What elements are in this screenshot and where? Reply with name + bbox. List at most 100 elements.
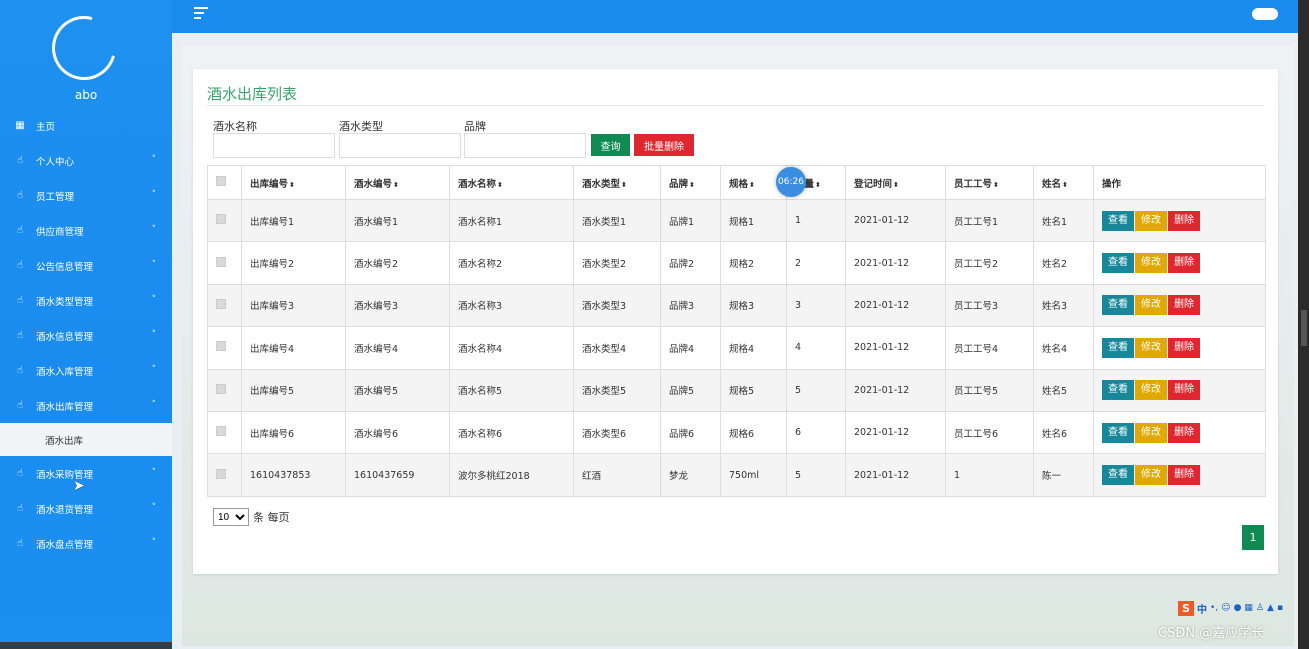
- view-button[interactable]: 查看: [1102, 253, 1134, 274]
- column-header[interactable]: 登记时间⬍: [845, 165, 946, 200]
- sidebar-item-1[interactable]: ☝ 个人中心 ˅: [0, 143, 172, 178]
- sort-icon[interactable]: ⬍: [815, 181, 821, 189]
- edit-button[interactable]: 修改: [1135, 295, 1167, 316]
- ime-lang-toggle[interactable]: 中: [1197, 601, 1207, 616]
- column-header-label: 酒水编号: [354, 178, 393, 190]
- row-checkbox[interactable]: [216, 256, 226, 267]
- column-header[interactable]: 品牌⬍: [660, 165, 721, 200]
- row-checkbox[interactable]: [216, 426, 226, 437]
- row-checkbox[interactable]: [216, 298, 226, 309]
- delete-button[interactable]: 删除: [1168, 295, 1200, 316]
- table-cell: 规格4: [720, 326, 787, 370]
- column-header[interactable]: 员工工号⬍: [945, 165, 1034, 200]
- sidebar-item-8[interactable]: ☝ 酒水出库管理 ˄: [0, 388, 172, 423]
- table-cell: 2: [786, 241, 846, 285]
- edit-button[interactable]: 修改: [1135, 465, 1167, 486]
- delete-button[interactable]: 删除: [1168, 380, 1200, 401]
- keyboard-icon[interactable]: ▦: [1244, 603, 1253, 613]
- sort-icon[interactable]: ⬍: [393, 181, 399, 189]
- delete-button[interactable]: 删除: [1168, 337, 1200, 358]
- top-bar: [172, 0, 1298, 33]
- filter-brand-input[interactable]: [464, 133, 586, 158]
- table-cell: 2021-01-12: [845, 283, 946, 328]
- row-select-cell: [207, 198, 242, 243]
- user-icon[interactable]: ♙: [1256, 603, 1264, 613]
- sort-icon[interactable]: ⬍: [289, 181, 295, 189]
- table-row: 出库编号5 酒水编号5 酒水名称5 酒水类型5 品牌5 规格5 5 2021-01-12 员工工…: [207, 368, 1266, 412]
- search-button[interactable]: 查询: [591, 134, 630, 156]
- column-header[interactable]: 出库编号⬍: [241, 165, 346, 200]
- sort-icon[interactable]: ⬍: [1062, 181, 1068, 189]
- table-cell: 酒水类型5: [573, 368, 661, 412]
- column-header[interactable]: 姓名⬍: [1033, 165, 1094, 200]
- filter-name-input[interactable]: [213, 133, 335, 158]
- sidebar-item-after-1[interactable]: ☝ 酒水退货管理 ˅: [0, 491, 172, 526]
- skin-icon[interactable]: ▲: [1267, 603, 1274, 613]
- sidebar-subitem-active[interactable]: 酒水出库: [0, 423, 172, 456]
- edit-button[interactable]: 修改: [1135, 253, 1167, 274]
- table-cell: 规格1: [720, 198, 787, 243]
- sidebar-item-3[interactable]: ☝ 供应商管理 ˅: [0, 213, 172, 248]
- hand-icon: ☝: [16, 294, 24, 306]
- microphone-icon[interactable]: ●: [1234, 603, 1242, 613]
- view-button[interactable]: 查看: [1102, 380, 1134, 401]
- chevron-down-icon: ˅: [151, 155, 157, 165]
- select-all-checkbox[interactable]: [216, 176, 226, 186]
- sidebar-item-after-2[interactable]: ☝ 酒水盘点管理 ˅: [0, 526, 172, 561]
- view-button[interactable]: 查看: [1102, 337, 1134, 358]
- chevron-down-icon: ˅: [151, 503, 157, 513]
- punctuation-icon[interactable]: •,: [1210, 603, 1218, 613]
- emoji-icon[interactable]: ☺: [1221, 603, 1230, 613]
- edit-button[interactable]: 修改: [1135, 210, 1167, 231]
- view-button[interactable]: 查看: [1102, 210, 1134, 231]
- sidebar-item-4[interactable]: ☝ 公告信息管理 ˅: [0, 248, 172, 283]
- page-number-button[interactable]: 1: [1242, 525, 1264, 550]
- sort-icon[interactable]: ⬍: [993, 181, 999, 189]
- chevron-up-icon: ˄: [151, 400, 157, 410]
- edit-button[interactable]: 修改: [1135, 337, 1167, 358]
- sort-icon[interactable]: ⬍: [621, 181, 627, 189]
- sort-icon[interactable]: ⬍: [749, 181, 755, 189]
- view-button[interactable]: 查看: [1102, 422, 1134, 443]
- table-cell: 酒水类型3: [573, 283, 661, 328]
- delete-button[interactable]: 删除: [1168, 465, 1200, 486]
- scrollbar-thumb[interactable]: [1301, 310, 1307, 346]
- sidebar-item-2[interactable]: ☝ 员工管理 ˅: [0, 178, 172, 213]
- filter-type-input[interactable]: [339, 133, 461, 158]
- delete-button[interactable]: 删除: [1168, 253, 1200, 274]
- sort-icon[interactable]: ⬍: [893, 181, 899, 189]
- ime-logo-icon[interactable]: S: [1178, 600, 1194, 616]
- sidebar-item-5[interactable]: ☝ 酒水类型管理 ˅: [0, 283, 172, 318]
- sidebar-menu: ▦ 主页 ☝ 个人中心 ˅ ☝ 员工管理 ˅ ☝ 供应商管理 ˅ ☝ 公告信息管理 ˅ ☝ 酒水类型管理 ˅ ☝ 酒…: [0, 108, 172, 561]
- row-checkbox[interactable]: [216, 214, 226, 225]
- menu-toggle-icon[interactable]: [194, 7, 208, 22]
- page-size-select[interactable]: 10: [213, 508, 249, 526]
- scrollbar[interactable]: [1298, 0, 1309, 649]
- avatar[interactable]: [1252, 8, 1278, 20]
- sort-icon[interactable]: ⬍: [689, 181, 695, 189]
- delete-button[interactable]: 删除: [1168, 210, 1200, 231]
- table-cell: 员工工号3: [945, 283, 1034, 328]
- row-checkbox[interactable]: [216, 383, 226, 394]
- edit-button[interactable]: 修改: [1135, 380, 1167, 401]
- table-row: 出库编号6 酒水编号6 酒水名称6 酒水类型6 品牌6 规格6 6 2021-01-12 员工工…: [207, 410, 1266, 455]
- grid-icon[interactable]: ▪: [1277, 603, 1283, 613]
- table-cell: 姓名1: [1033, 198, 1094, 243]
- row-checkbox[interactable]: [216, 468, 226, 479]
- view-button[interactable]: 查看: [1102, 295, 1134, 316]
- column-header[interactable]: 酒水名称⬍: [449, 165, 574, 200]
- delete-button[interactable]: 删除: [1168, 422, 1200, 443]
- batch-delete-button[interactable]: 批量删除: [634, 134, 694, 156]
- sidebar-item-after-0[interactable]: ☝ 酒水采购管理 ˅: [0, 456, 172, 491]
- edit-button[interactable]: 修改: [1135, 422, 1167, 443]
- column-header[interactable]: 酒水编号⬍: [345, 165, 450, 200]
- column-header-label: 登记时间: [854, 178, 893, 190]
- sidebar-item-0[interactable]: ▦ 主页: [0, 108, 172, 143]
- view-button[interactable]: 查看: [1102, 465, 1134, 486]
- column-header[interactable]: 酒水类型⬍: [573, 165, 661, 200]
- sidebar-item-6[interactable]: ☝ 酒水信息管理 ˅: [0, 318, 172, 353]
- table-cell: 酒水类型2: [573, 241, 661, 285]
- sort-icon[interactable]: ⬍: [497, 181, 503, 189]
- row-checkbox[interactable]: [216, 341, 226, 352]
- sidebar-item-7[interactable]: ☝ 酒水入库管理 ˅: [0, 353, 172, 388]
